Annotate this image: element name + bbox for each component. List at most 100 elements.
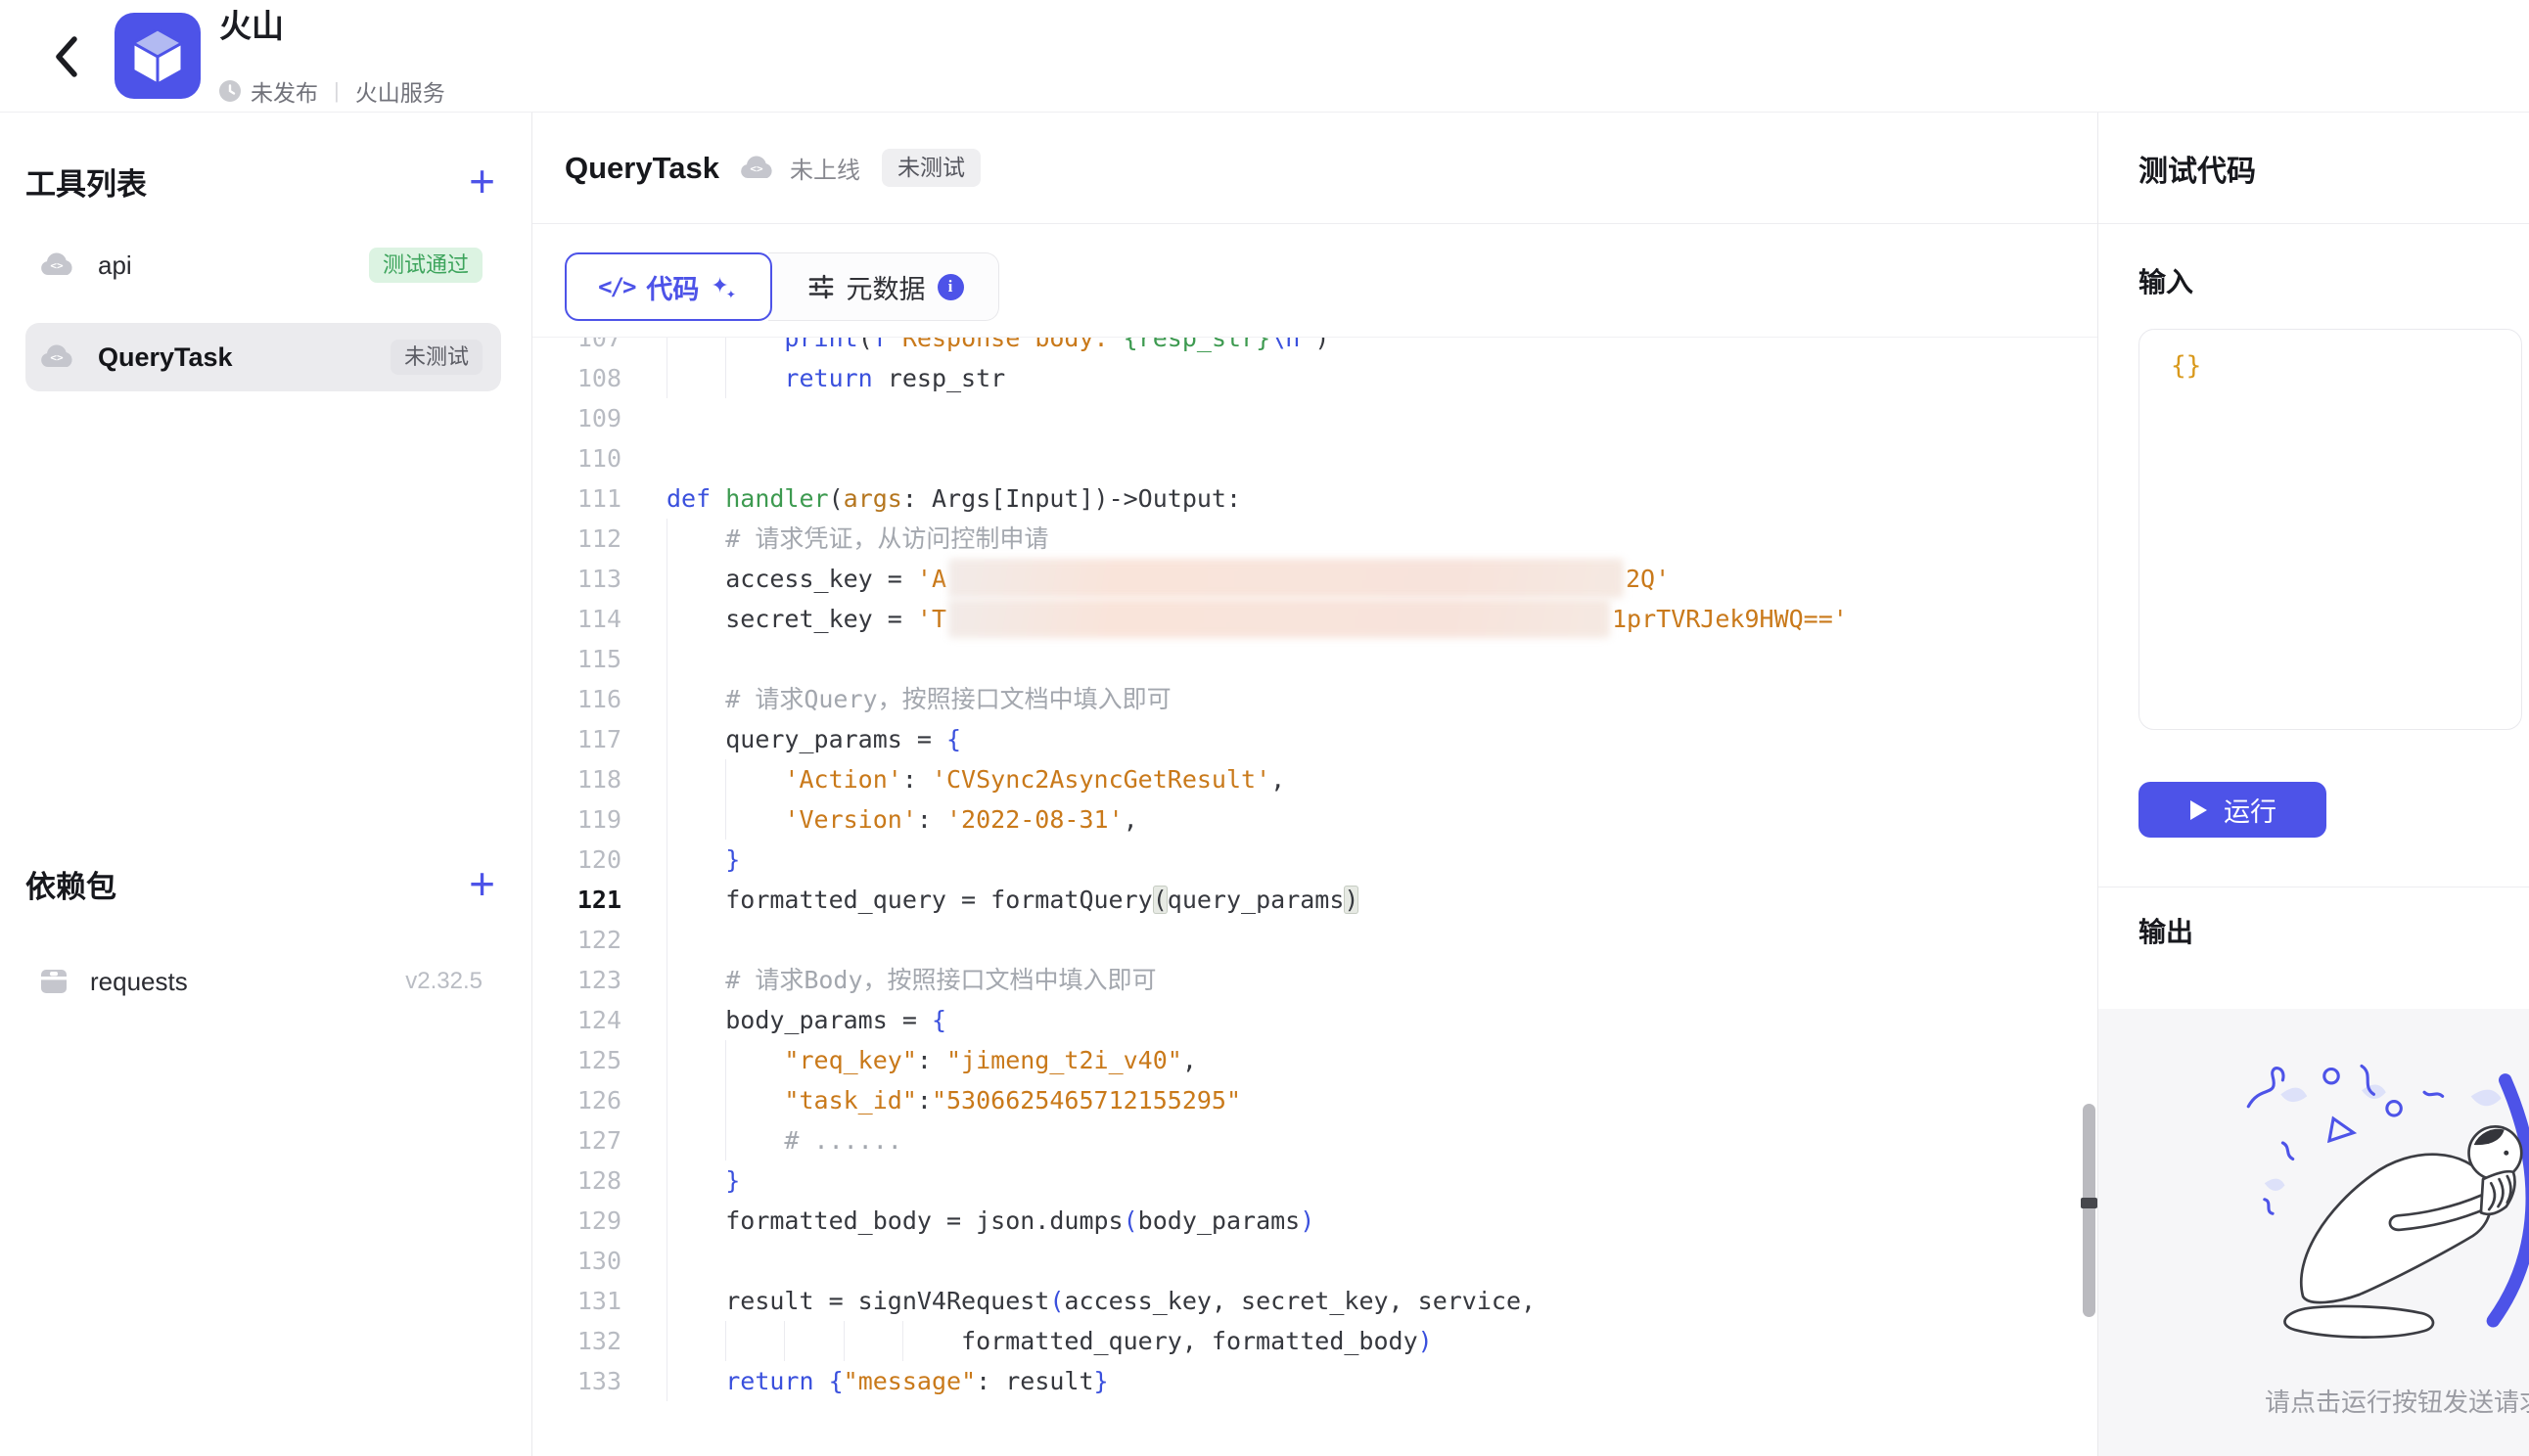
tool-name: api [98,250,369,281]
dependency-name: requests [90,967,405,997]
code-line[interactable]: 127 # ...... [532,1120,2097,1160]
code-line[interactable]: 117 query_params = { [532,719,2097,759]
tool-name: QueryTask [98,342,391,373]
back-chevron-icon [51,31,84,82]
tab-metadata[interactable]: 元数据 i [768,252,999,321]
line-number: 126 [532,1080,621,1120]
code-line[interactable]: 107 print(f'Response body: {resp_str}\n'… [532,338,2097,358]
main-panel: QueryTask <> 未上线 未测试 </> 代码 ✦✦ [532,113,2097,1456]
empty-state-hint: 请点击运行按钮发送请求 [2265,1383,2529,1419]
line-number: 127 [532,1120,621,1160]
code-line[interactable]: 133 return {"message": result} [532,1361,2097,1401]
test-input-value: {} [2171,351,2201,381]
code-line[interactable]: 120 } [532,840,2097,880]
output-empty-state: 请点击运行按钮发送请求 [2098,1009,2529,1456]
code-line[interactable]: 112 # 请求凭证，从访问控制申请 [532,519,2097,559]
line-number: 119 [532,799,621,840]
sliders-icon [807,273,835,300]
code-line[interactable]: 132 formatted_query, formatted_body) [532,1321,2097,1361]
code-line[interactable]: 129 formatted_body = json.dumps(body_par… [532,1201,2097,1241]
code-line[interactable]: 121 formatted_query = formatQuery(query_… [532,880,2097,920]
test-panel: 测试代码 输入 {} 运行 输出 [2097,113,2529,1456]
line-number: 110 [532,438,621,478]
tab-code-label: 代码 [646,268,699,306]
play-icon [2188,798,2208,822]
dependency-item-requests[interactable]: requests v2.32.5 [25,954,501,1009]
line-number: 108 [532,358,621,398]
code-icon: </> [598,273,634,300]
line-number: 116 [532,679,621,719]
code-line[interactable]: 110 [532,438,2097,478]
code-line[interactable]: 113 access_key = 'A2Q' [532,559,2097,599]
code-line[interactable]: 130 [532,1241,2097,1281]
cloud-code-icon: <> [39,251,76,279]
code-line[interactable]: 116 # 请求Query，按照接口文档中填入即可 [532,679,2097,719]
line-number: 121 [532,880,621,920]
deps-title: 依赖包 [25,862,116,906]
code-line[interactable]: 126 "task_id":"5306625465712155295" [532,1080,2097,1120]
code-line[interactable]: 115 [532,639,2097,679]
add-tool-button[interactable]: + [463,161,501,201]
code-line[interactable]: 118 'Action': 'CVSync2AsyncGetResult', [532,759,2097,799]
scrollbar-position-marker [2081,1198,2097,1208]
line-number: 131 [532,1281,621,1321]
info-icon[interactable]: i [938,274,964,300]
sidebar: 工具列表 + <> api 测试通过 <> QueryTask 未测试 依赖包 … [0,113,532,1456]
dependency-version: v2.32.5 [405,968,483,995]
code-line[interactable]: 128 } [532,1160,2097,1201]
add-dependency-button[interactable]: + [463,864,501,903]
input-label: 输入 [2138,261,2193,300]
line-number: 111 [532,478,621,519]
back-button[interactable] [51,31,84,82]
line-number: 133 [532,1361,621,1401]
empty-state-illustration [2235,1054,2529,1357]
app-header: 火山 未发布 | 火山服务 [0,0,2529,113]
code-line[interactable]: 108 return resp_str [532,358,2097,398]
code-editor[interactable]: 107 print(f'Response body: {resp_str}\n'… [532,338,2097,1456]
code-line[interactable]: 125 "req_key": "jimeng_t2i_v40", [532,1040,2097,1080]
code-line[interactable]: 114 secret_key = 'T1prTVRJek9HWQ==' [532,599,2097,639]
package-icon [39,967,69,996]
tab-metadata-label: 元数据 [847,268,926,306]
online-status: 未上线 [790,151,860,185]
line-number: 125 [532,1040,621,1080]
cloud-code-icon: <> [39,343,76,371]
svg-text:<>: <> [750,162,763,175]
line-number: 113 [532,559,621,599]
tool-title: QueryTask [565,151,719,186]
code-line[interactable]: 109 [532,398,2097,438]
service-type: 火山服务 [355,74,445,108]
deps-section-header: 依赖包 + [25,859,501,908]
sidebar-item-api[interactable]: <> api 测试通过 [25,235,501,296]
line-number: 117 [532,719,621,759]
line-number: 128 [532,1160,621,1201]
tool-header: QueryTask <> 未上线 未测试 [532,113,2097,224]
test-status-badge: 未测试 [882,149,981,187]
line-number: 112 [532,519,621,559]
line-number: 124 [532,1000,621,1040]
output-label: 输出 [2138,911,2193,950]
code-line[interactable]: 123 # 请求Body，按照接口文档中填入即可 [532,960,2097,1000]
output-section: 输出 [2098,887,2529,1456]
tools-title: 工具列表 [25,159,147,204]
line-number: 129 [532,1201,621,1241]
tool-status-badge: 未测试 [391,340,483,375]
code-line[interactable]: 124 body_params = { [532,1000,2097,1040]
app-logo-icon [115,13,201,99]
code-line[interactable]: 131 result = signV4Request(access_key, s… [532,1281,2097,1321]
tab-code[interactable]: </> 代码 ✦✦ [565,252,772,321]
sidebar-item-querytask[interactable]: <> QueryTask 未测试 [25,323,501,391]
code-line[interactable]: 122 [532,920,2097,960]
code-scrollbar-thumb[interactable] [2083,1104,2095,1317]
publish-status: 未发布 [251,74,318,108]
line-number: 118 [532,759,621,799]
tools-section-header: 工具列表 + [25,157,501,205]
line-number: 120 [532,840,621,880]
test-input-editor[interactable]: {} [2138,329,2522,730]
code-line[interactable]: 119 'Version': '2022-08-31', [532,799,2097,840]
test-panel-header: 测试代码 [2098,113,2529,224]
redacted-secret [948,599,1610,638]
code-lines: 107 print(f'Response body: {resp_str}\n'… [532,338,2097,1401]
run-button[interactable]: 运行 [2138,782,2326,838]
code-line[interactable]: 111def handler(args: Args[Input])->Outpu… [532,478,2097,519]
